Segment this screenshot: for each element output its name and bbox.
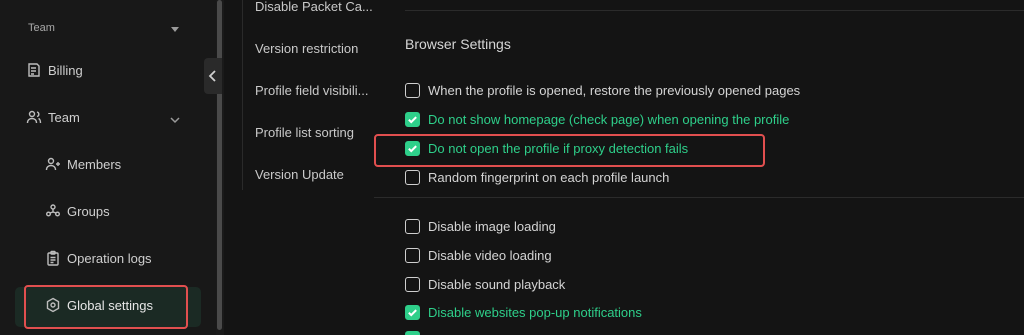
- settings-section-nav: Disable Packet Ca... Version restriction…: [242, 0, 374, 190]
- groups-icon: [45, 203, 61, 219]
- sidebar-item-label: Billing: [48, 62, 83, 78]
- highlight-box: [24, 285, 188, 329]
- chevron-down-icon[interactable]: [170, 112, 180, 124]
- sidebar-item-team[interactable]: Team: [26, 106, 80, 128]
- section-nav-item[interactable]: Disable Packet Ca...: [255, 0, 377, 14]
- section-nav-item[interactable]: Profile list sorting: [255, 125, 377, 140]
- option-restore-pages[interactable]: When the profile is opened, restore the …: [405, 81, 800, 99]
- sidebar: Team Billing Team Members Groups Operati…: [0, 0, 216, 335]
- checkbox[interactable]: [405, 82, 420, 98]
- option-label: Disable websites pop-up notifications: [428, 304, 642, 320]
- checkbox-checked[interactable]: [405, 111, 420, 127]
- collapse-sidebar-button[interactable]: [204, 58, 222, 94]
- section-title: Browser Settings: [405, 36, 511, 52]
- sidebar-item-groups[interactable]: Groups: [45, 200, 110, 222]
- highlight-box: [374, 134, 765, 167]
- clipboard-icon: [45, 250, 61, 266]
- option-disable-popups[interactable]: Disable websites pop-up notifications: [405, 303, 642, 321]
- sidebar-item-label: Members: [67, 156, 122, 172]
- section-nav-item[interactable]: Version restriction: [255, 41, 377, 56]
- option-label: Disable video loading: [428, 247, 552, 263]
- checkbox[interactable]: [405, 247, 420, 263]
- check-icon: [408, 308, 417, 316]
- sidebar-item-operation-logs[interactable]: Operation logs: [45, 247, 152, 269]
- option-label: Do not show homepage (check page) when o…: [428, 111, 790, 127]
- section-nav-item[interactable]: Profile field visibili...: [255, 83, 377, 98]
- divider: [374, 197, 1024, 198]
- checkbox-checked[interactable]: [405, 331, 420, 335]
- receipt-icon: [26, 62, 42, 78]
- option-label: Disable image loading: [428, 218, 556, 234]
- section-nav-item[interactable]: Version Update: [255, 167, 377, 182]
- sidebar-item-members[interactable]: Members: [45, 153, 121, 175]
- checkbox[interactable]: [405, 218, 420, 234]
- users-icon: [26, 109, 42, 125]
- checkbox[interactable]: [405, 276, 420, 292]
- chevron-left-icon: [208, 70, 216, 82]
- checkbox-checked[interactable]: [405, 304, 420, 320]
- check-icon: [408, 115, 417, 123]
- option-disable-image[interactable]: Disable image loading: [405, 217, 556, 235]
- sidebar-item-label: Operation logs: [67, 250, 152, 266]
- option-disable-video[interactable]: Disable video loading: [405, 246, 552, 264]
- sidebar-item-label: Groups: [67, 203, 110, 219]
- sidebar-item-billing[interactable]: Billing: [26, 59, 83, 81]
- option-random-fingerprint[interactable]: Random fingerprint on each profile launc…: [405, 168, 669, 186]
- option-label: Disable sound playback: [428, 276, 566, 292]
- divider: [405, 10, 1024, 11]
- checkbox[interactable]: [405, 169, 420, 185]
- option-label: Random fingerprint on each profile launc…: [428, 169, 670, 185]
- team-selector-label[interactable]: Team: [28, 22, 55, 34]
- caret-down-icon[interactable]: [171, 27, 179, 32]
- sidebar-item-label: Team: [48, 109, 80, 125]
- member-icon: [45, 156, 61, 172]
- option-label: When the profile is opened, restore the …: [428, 82, 801, 98]
- option-disable-sound[interactable]: Disable sound playback: [405, 275, 565, 293]
- option-no-homepage[interactable]: Do not show homepage (check page) when o…: [405, 110, 789, 128]
- sidebar-scrollbar-thumb[interactable]: [217, 0, 222, 330]
